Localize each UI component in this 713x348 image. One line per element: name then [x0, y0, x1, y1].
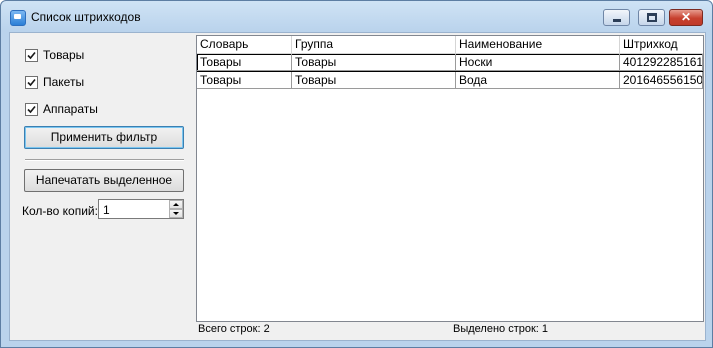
main-window: Список штрихкодов ✕ Товары Пакеты Аппара… — [0, 0, 713, 348]
table-cell[interactable]: Товары — [197, 54, 292, 71]
column-header-barcode[interactable]: Штрихкод — [620, 36, 703, 53]
arrow-up-icon — [173, 203, 179, 206]
close-button[interactable]: ✕ — [669, 9, 703, 26]
column-header-name[interactable]: Наименование — [456, 36, 620, 53]
checkbox-checked-icon[interactable] — [25, 49, 38, 62]
selected-rows-status: Выделено строк: 1 — [453, 323, 549, 335]
window-title: Список штрихкодов — [31, 10, 141, 24]
filter-label: Товары — [43, 48, 85, 62]
table-cell[interactable]: Вода — [456, 72, 620, 89]
maximize-button[interactable] — [638, 9, 665, 26]
close-icon: ✕ — [680, 10, 692, 24]
table-cell[interactable]: 4012922851611 — [620, 54, 703, 71]
table-cell[interactable]: Товары — [197, 72, 292, 89]
app-icon — [10, 10, 26, 26]
checkbox-checked-icon[interactable] — [25, 103, 38, 116]
table-row[interactable]: Товары Товары Носки 4012922851611 — [197, 54, 703, 72]
barcode-table[interactable]: Словарь Группа Наименование Штрихкод Тов… — [196, 35, 704, 322]
table-row[interactable]: Товары Товары Вода 2016465561503 — [197, 72, 703, 90]
decrement-button[interactable] — [169, 209, 183, 218]
apply-filter-button[interactable]: Применить фильтр — [24, 126, 184, 149]
copies-stepper[interactable]: 1 — [98, 199, 184, 219]
filter-label: Аппараты — [43, 102, 98, 116]
column-header-dictionary[interactable]: Словарь — [197, 36, 292, 53]
print-selected-button[interactable]: Напечатать выделенное — [24, 169, 184, 192]
copies-value[interactable]: 1 — [103, 203, 110, 217]
increment-button[interactable] — [169, 200, 183, 209]
total-rows-status: Всего строк: 2 — [198, 323, 270, 335]
divider — [25, 159, 184, 161]
maximize-icon — [647, 13, 657, 22]
table-cell[interactable]: Носки — [456, 54, 620, 71]
client-area: Товары Пакеты Аппараты Применить фильтр … — [9, 32, 706, 341]
table-cell[interactable]: 2016465561503 — [620, 72, 703, 89]
column-header-group[interactable]: Группа — [292, 36, 456, 53]
minimize-icon — [613, 19, 621, 22]
table-cell[interactable]: Товары — [292, 54, 456, 71]
checkbox-checked-icon[interactable] — [25, 76, 38, 89]
table-cell[interactable]: Товары — [292, 72, 456, 89]
stepper-buttons — [169, 200, 183, 218]
copies-label: Кол-во копий: — [22, 204, 98, 218]
table-header: Словарь Группа Наименование Штрихкод — [197, 36, 703, 54]
minimize-button[interactable] — [603, 9, 630, 26]
title-bar[interactable]: Список штрихкодов ✕ — [1, 1, 712, 31]
filter-label: Пакеты — [43, 75, 85, 89]
arrow-down-icon — [173, 212, 179, 215]
